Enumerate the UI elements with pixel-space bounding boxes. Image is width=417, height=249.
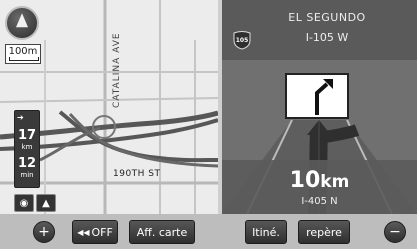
maneuver-distance: 10km	[222, 168, 417, 193]
map-mode-buttons: ◉ ▲	[14, 194, 56, 212]
itinerary-label: Itiné.	[252, 225, 280, 239]
map-display-button[interactable]: Aff. carte	[129, 220, 195, 244]
marker-label: repère	[306, 225, 342, 239]
compass-needle-icon	[16, 13, 28, 28]
map-scale: 100m	[5, 44, 41, 64]
zoom-out-icon[interactable]: −	[384, 221, 406, 243]
guidance-panel: EL SEGUNDO 105 I-105 W 10km I-405 N	[222, 0, 417, 214]
zoom-in-icon[interactable]: +	[33, 221, 55, 243]
map-scale-label: 100m	[8, 46, 38, 57]
compass-icon[interactable]	[5, 6, 39, 40]
itinerary-button[interactable]: Itiné.	[245, 220, 287, 244]
maneuver-distance-value: 10	[289, 168, 321, 193]
bottom-toolbar: + ◀◀ OFF Aff. carte Itiné. repère −	[0, 214, 417, 249]
map-orientation-icon[interactable]: ▲	[36, 194, 56, 212]
current-road: I-105 W	[305, 31, 349, 44]
turn-right-arrow-icon	[315, 79, 333, 115]
next-road: I-405 N	[301, 196, 338, 207]
guidance-header: EL SEGUNDO 105 I-105 W	[222, 0, 417, 60]
voice-off-button[interactable]: ◀◀ OFF	[72, 220, 118, 244]
navigation-screen: 100m CATALINA AVE 190TH ST ➔ 17 km 12 mi…	[0, 0, 417, 249]
map-display-label: Aff. carte	[136, 225, 188, 239]
map-view[interactable]: 100m CATALINA AVE 190TH ST ➔ 17 km 12 mi…	[0, 0, 218, 214]
voice-icon[interactable]: ◉	[14, 194, 34, 212]
remaining-distance-unit: km	[21, 143, 33, 151]
street-label-horizontal: 190TH ST	[113, 169, 161, 179]
remaining-time: 12	[17, 156, 37, 171]
lane-guidance-sign	[285, 73, 349, 119]
map-street	[0, 97, 218, 103]
marker-button[interactable]: repère	[298, 220, 350, 244]
voice-off-label: OFF	[91, 225, 113, 239]
rewind-icon: ◀◀	[77, 227, 90, 237]
destination-city: EL SEGUNDO	[288, 11, 366, 24]
street-label-vertical: CATALINA AVE	[112, 32, 122, 108]
route-info-panel: ➔ 17 km 12 min	[14, 110, 40, 188]
maneuver-distance-unit: km	[320, 172, 350, 192]
scale-bar-icon	[9, 57, 39, 61]
remaining-time-unit: min	[20, 171, 34, 179]
remaining-distance: 17	[17, 128, 37, 143]
route-arrow-icon: ➔	[17, 113, 24, 122]
